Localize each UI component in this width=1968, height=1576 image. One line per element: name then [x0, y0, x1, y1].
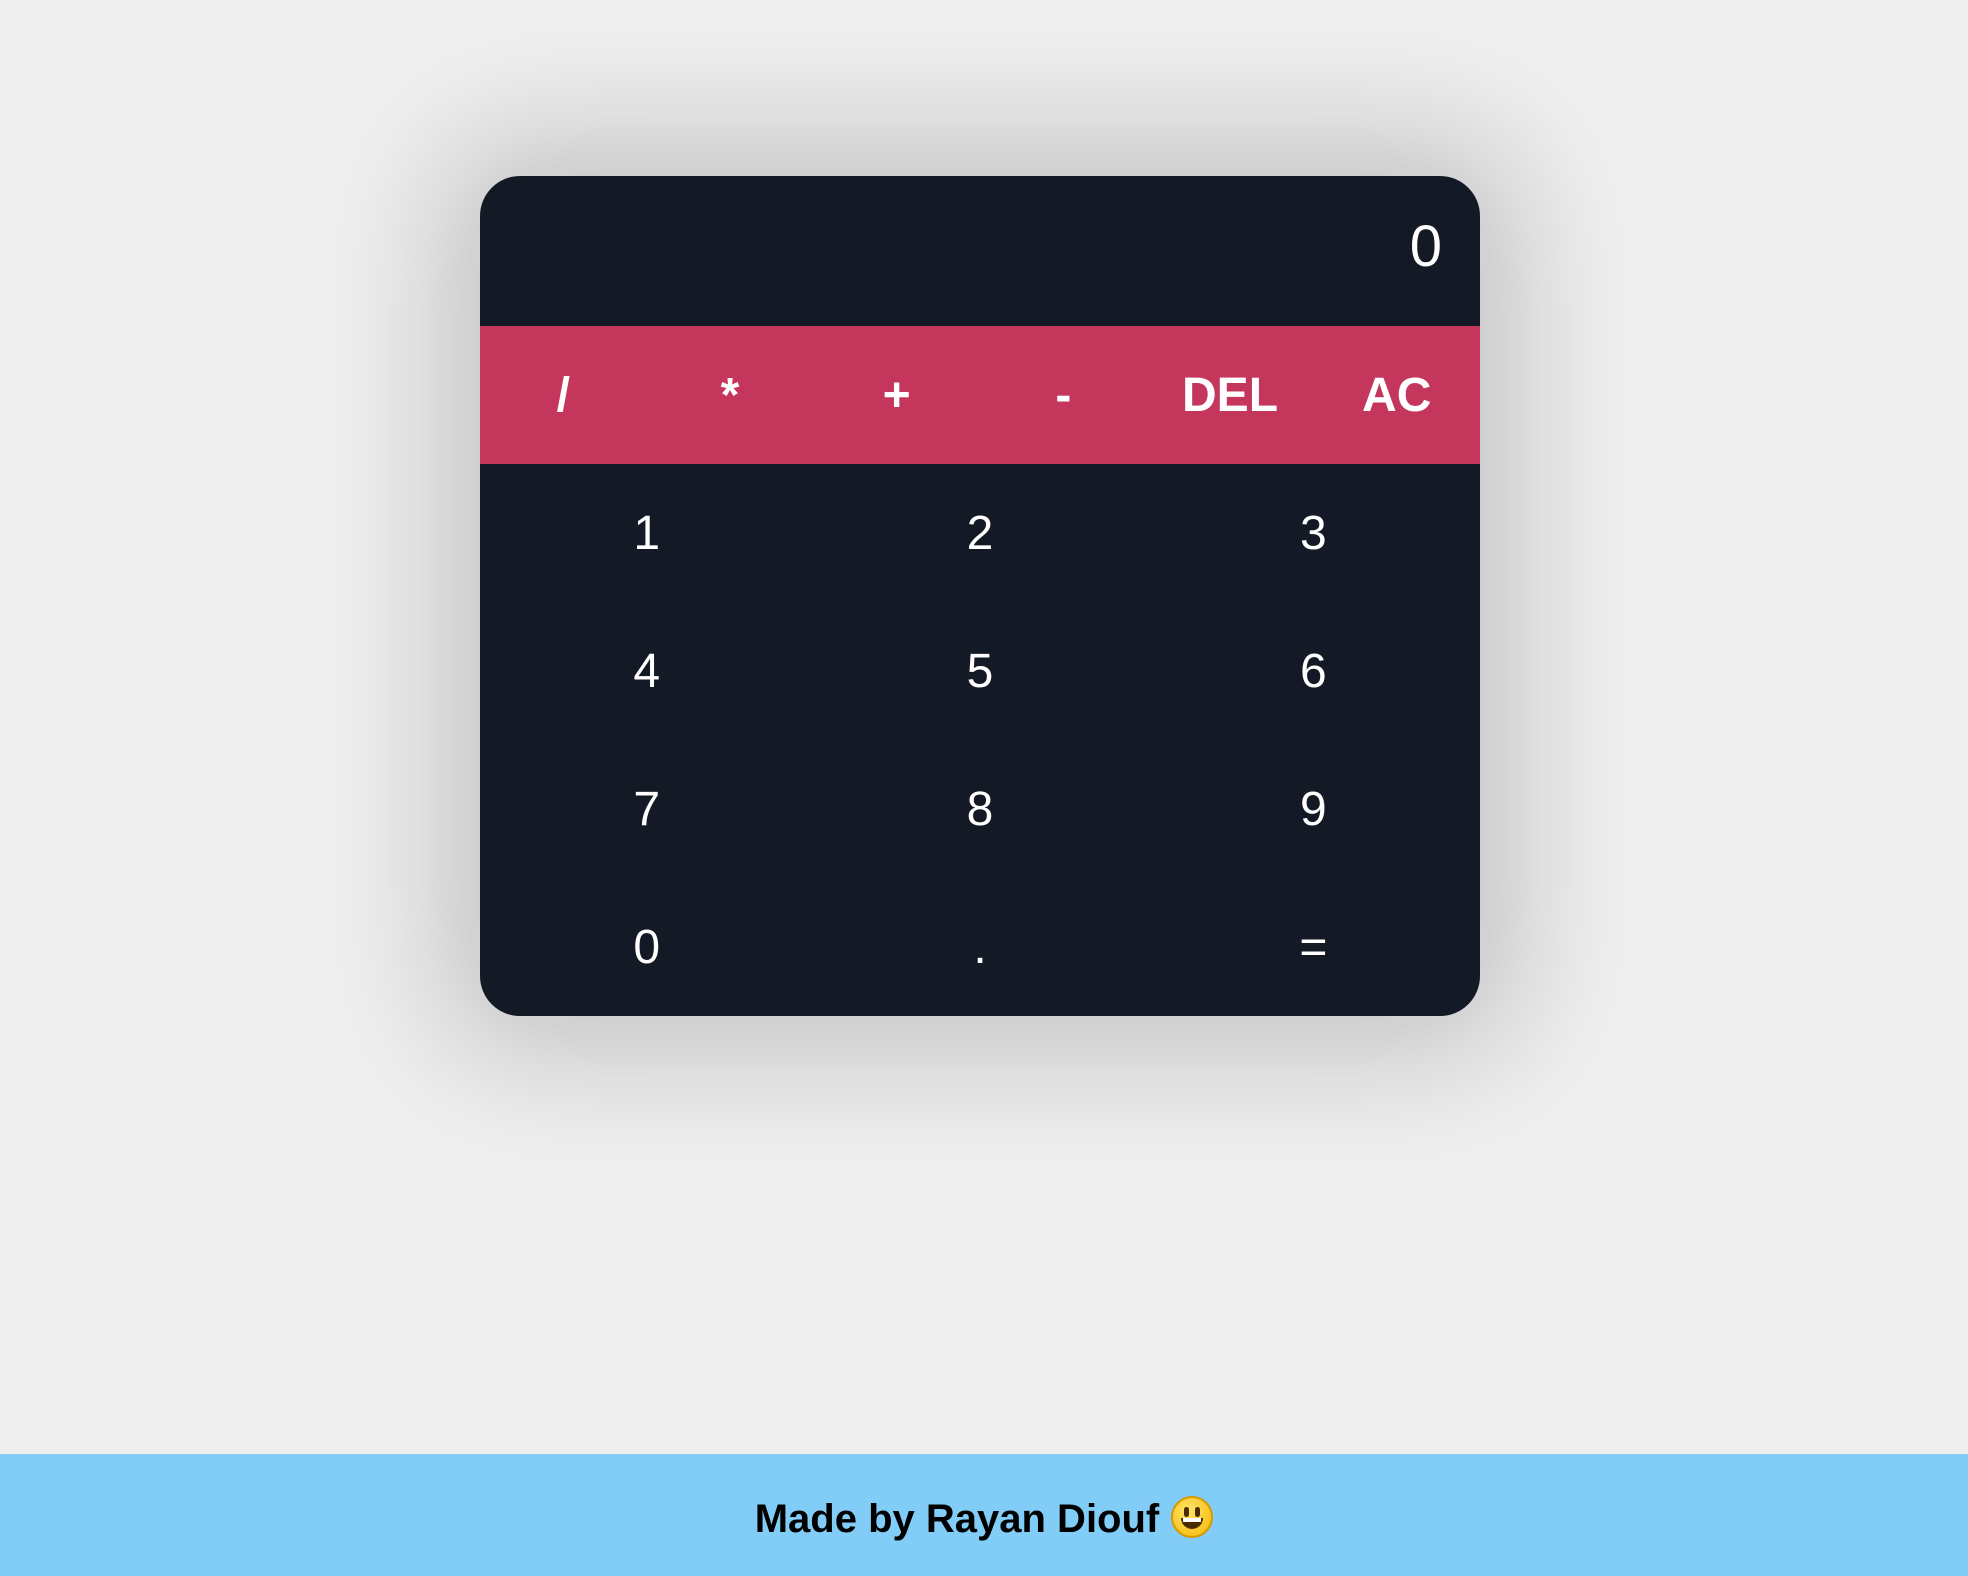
display-value: 0	[1409, 214, 1442, 279]
digit-9-button[interactable]: 9	[1147, 740, 1480, 878]
digit-pad: 1 2 3 4 5 6 7 8 9 0 . =	[480, 464, 1480, 1016]
multiply-button[interactable]: *	[647, 326, 814, 464]
digit-1-button[interactable]: 1	[480, 464, 813, 602]
calculator: 0 / * + - DEL AC 1 2 3 4 5 6 7 8 9 0 . =	[480, 176, 1480, 1016]
page: 0 / * + - DEL AC 1 2 3 4 5 6 7 8 9 0 . =…	[0, 0, 1968, 1576]
footer-credit-text: Made by Rayan Diouf	[754, 1497, 1160, 1541]
divide-button[interactable]: /	[480, 326, 647, 464]
footer-credit: Made by Rayan Diouf	[755, 1496, 1214, 1542]
digit-3-button[interactable]: 3	[1147, 464, 1480, 602]
display: 0	[480, 176, 1480, 326]
digit-2-button[interactable]: 2	[813, 464, 1146, 602]
smiley-emoji-icon	[1171, 1496, 1214, 1538]
operator-row: / * + - DEL AC	[480, 326, 1480, 464]
footer: Made by Rayan Diouf	[0, 1454, 1968, 1576]
digit-0-button[interactable]: 0	[480, 878, 813, 1016]
all-clear-button[interactable]: AC	[1313, 326, 1480, 464]
subtract-button[interactable]: -	[980, 326, 1147, 464]
digit-8-button[interactable]: 8	[813, 740, 1146, 878]
decimal-point-button[interactable]: .	[813, 878, 1146, 1016]
digit-4-button[interactable]: 4	[480, 602, 813, 740]
digit-7-button[interactable]: 7	[480, 740, 813, 878]
equals-button[interactable]: =	[1147, 878, 1480, 1016]
delete-button[interactable]: DEL	[1147, 326, 1314, 464]
add-button[interactable]: +	[813, 326, 980, 464]
digit-5-button[interactable]: 5	[813, 602, 1146, 740]
digit-6-button[interactable]: 6	[1147, 602, 1480, 740]
